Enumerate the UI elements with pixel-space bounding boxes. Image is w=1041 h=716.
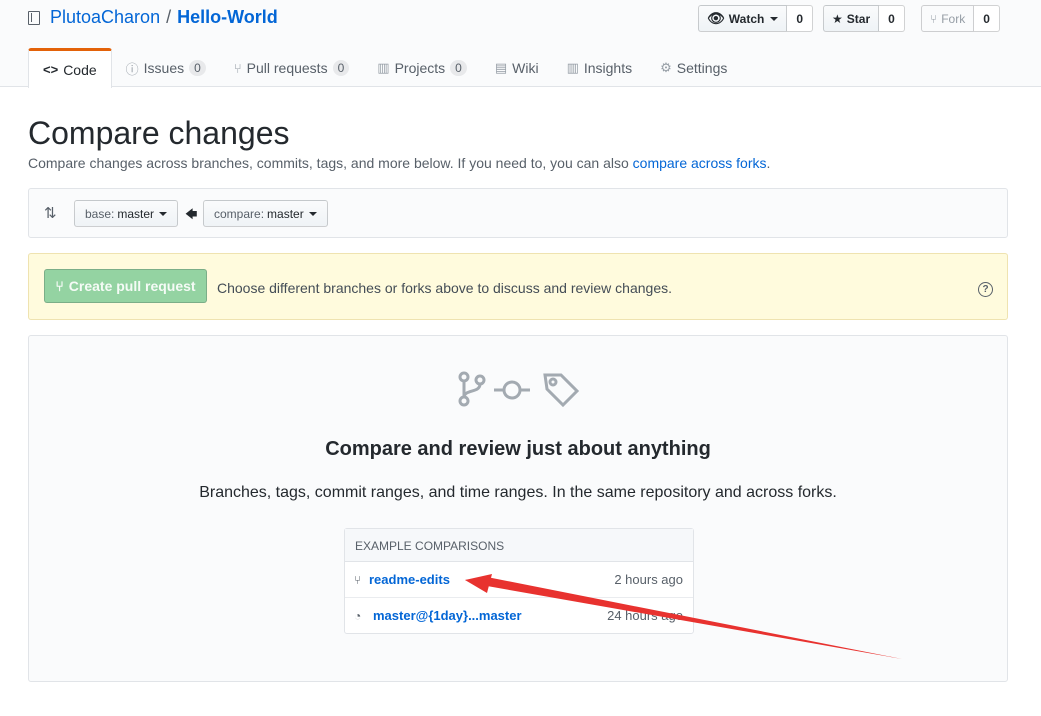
compare-branch-select[interactable]: compare: master [203, 200, 328, 227]
clock-icon: ◔ [354, 609, 362, 623]
blankslate-description: Branches, tags, commit ranges, and time … [199, 484, 837, 501]
fork-icon: ⑂ [930, 11, 938, 26]
blankslate-title: Compare and review just about anything [325, 438, 711, 460]
create-pull-request-label: Create pull request [68, 278, 196, 294]
question-icon[interactable]: ? [978, 282, 993, 297]
repo-owner-link[interactable]: PlutoaCharon [50, 7, 160, 28]
pull-request-icon: ⑂ [55, 278, 64, 294]
blankslate: Compare and review just about anything B… [28, 335, 1008, 682]
issue-icon: ⓘ [125, 61, 139, 77]
projects-counter: 0 [450, 60, 467, 76]
chevron-down-icon [770, 16, 779, 21]
watch-label: Watch [728, 11, 765, 26]
arrow-left-icon: 🡄 [185, 207, 198, 221]
tab-label: Issues [143, 60, 185, 76]
examples-header: EXAMPLE COMPARISONS [345, 529, 693, 562]
fork-button[interactable]: ⑂ Fork [921, 5, 975, 32]
pull-request-icon: ⑂ [233, 60, 242, 76]
star-icon: ★ [832, 11, 843, 26]
tab-label: Code [63, 61, 97, 78]
list-item[interactable]: ⑂ readme-edits 2 hours ago [345, 562, 693, 598]
create-pull-request-button[interactable]: ⑂ Create pull request [44, 269, 207, 303]
chevron-down-icon [159, 211, 168, 216]
base-branch-select[interactable]: base: master [74, 200, 179, 227]
chevron-down-icon [308, 211, 317, 216]
tab-wiki[interactable]: ▤ Wiki [481, 48, 553, 88]
repo-nav-tabs: <> Code ⓘ Issues 0 ⑂ Pull requests 0 ▥ P… [28, 48, 741, 88]
fork-label: Fork [941, 11, 966, 26]
page-title: Compare changes [28, 115, 290, 151]
watch-button[interactable]: 👁 Watch [698, 5, 788, 32]
compare-label: compare: [214, 206, 265, 221]
repo-name-link[interactable]: Hello-World [177, 7, 278, 28]
tab-label: Pull requests [246, 60, 328, 76]
tab-label: Settings [676, 60, 728, 76]
tab-settings[interactable]: ⚙ Settings [646, 48, 741, 88]
star-button[interactable]: ★ Star [823, 5, 880, 32]
subtitle-end: . [766, 155, 771, 171]
flash-message: Choose different branches or forks above… [217, 280, 672, 296]
project-icon: ▥ [377, 60, 390, 75]
range-editor: ⇅ base: master 🡄 compare: master [28, 188, 1008, 238]
example-link[interactable]: readme-edits [369, 572, 450, 587]
branch-icon: ⑂ [354, 573, 362, 587]
repo-title: PlutoaCharon / Hello-World [28, 7, 278, 28]
star-label: Star [846, 11, 871, 26]
gear-icon: ⚙ [660, 60, 672, 75]
repo-icon [28, 10, 40, 25]
compare-across-forks-link[interactable]: compare across forks [633, 155, 767, 171]
pull-requests-counter: 0 [332, 60, 350, 76]
tab-label: Projects [394, 60, 446, 76]
tab-pull-requests[interactable]: ⑂ Pull requests 0 [220, 48, 363, 88]
tag-icon [543, 373, 580, 407]
tab-issues[interactable]: ⓘ Issues 0 [112, 48, 220, 88]
git-branch-icon [458, 371, 486, 407]
subtitle-text: Compare changes across branches, commits… [28, 155, 633, 171]
issues-counter: 0 [189, 60, 206, 76]
book-icon: ▤ [494, 60, 508, 75]
tab-projects[interactable]: ▥ Projects 0 [363, 48, 481, 88]
tab-insights[interactable]: ▥ Insights [553, 48, 647, 88]
git-commit-icon [494, 380, 530, 400]
star-group: ★ Star 0 [823, 5, 905, 32]
tab-label: Insights [583, 60, 633, 76]
git-compare-icon: ⇅ [44, 205, 57, 222]
compare-value: master [267, 206, 304, 221]
watch-count[interactable]: 0 [787, 5, 814, 32]
blankslate-icons [458, 371, 580, 407]
example-link[interactable]: master@{1day}...master [373, 608, 522, 623]
repo-header: PlutoaCharon / Hello-World 👁 Watch 0 ★ S… [0, 0, 1041, 88]
list-item[interactable]: ◔ master@{1day}...master 24 hours ago [345, 598, 693, 634]
graph-icon: ▥ [566, 60, 579, 75]
tab-label: Wiki [512, 60, 539, 76]
star-count[interactable]: 0 [879, 5, 905, 32]
watch-group: 👁 Watch 0 [698, 5, 814, 32]
example-time: 2 hours ago [614, 572, 683, 587]
code-icon: <> [43, 62, 59, 77]
base-value: master [117, 206, 155, 221]
fork-group: ⑂ Fork 0 [921, 5, 1000, 32]
example-time: 24 hours ago [607, 608, 683, 623]
tab-code[interactable]: <> Code [28, 48, 112, 88]
page-subtitle: Compare changes across branches, commits… [28, 155, 770, 171]
compare-flash: ⑂ Create pull request Choose different b… [28, 253, 1008, 320]
example-comparisons: EXAMPLE COMPARISONS ⑂ readme-edits 2 hou… [344, 528, 694, 634]
base-label: base: [85, 206, 115, 221]
fork-count[interactable]: 0 [974, 5, 1000, 32]
repo-separator: / [166, 7, 172, 27]
eye-icon: 👁 [707, 10, 725, 26]
